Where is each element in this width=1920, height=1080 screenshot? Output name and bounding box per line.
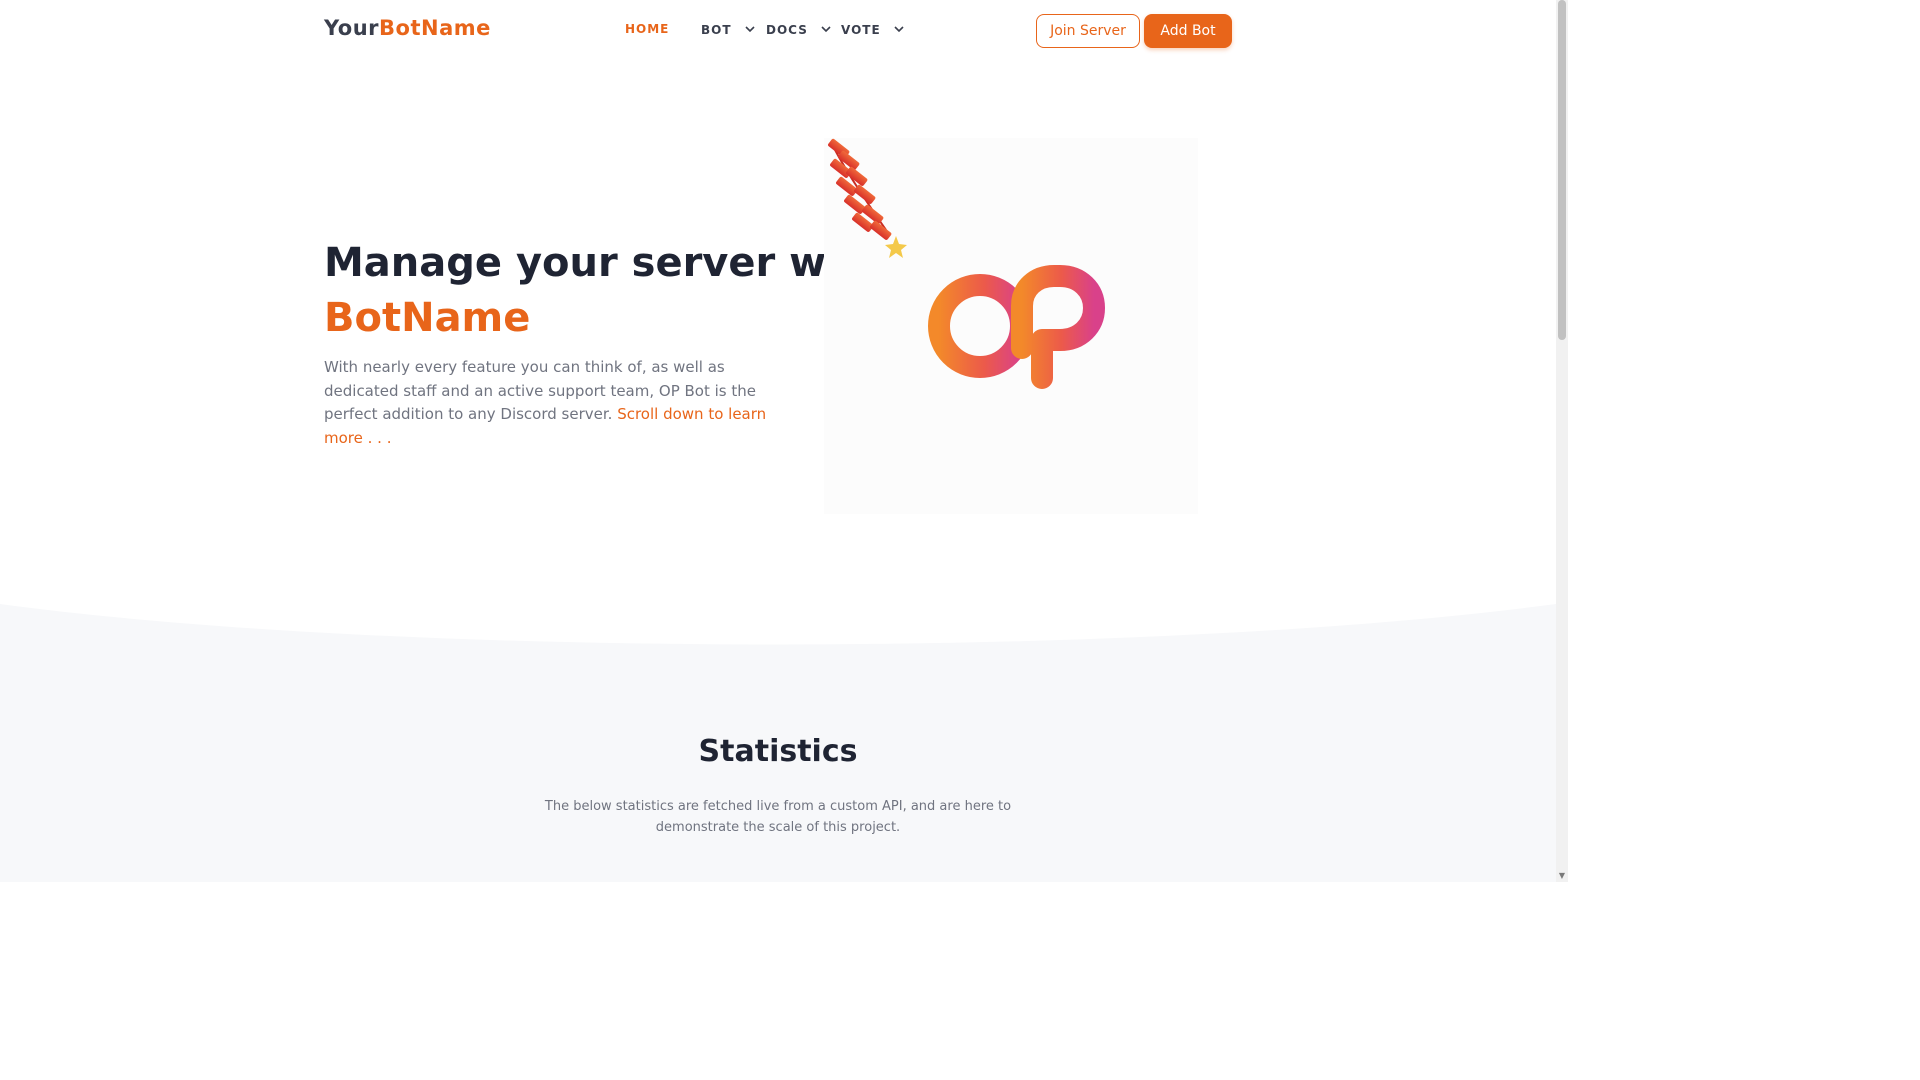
- statistics-description: The below statistics are fetched live fr…: [544, 799, 1012, 835]
- hero-title: Manage your server with BotName: [324, 236, 887, 346]
- nav-item-label: BOT: [701, 23, 732, 37]
- brand-prefix: Your: [324, 16, 380, 40]
- add-bot-button[interactable]: Add Bot: [1144, 14, 1232, 48]
- nav-item-label: VOTE: [841, 23, 881, 37]
- scrollbar-thumb[interactable]: [1558, 0, 1566, 340]
- nav-item-home[interactable]: HOME: [625, 22, 669, 36]
- nav-item-label: DOCS: [766, 23, 808, 37]
- page-scrollbar[interactable]: ▼: [1556, 0, 1568, 882]
- hero-illustration: [824, 138, 1198, 514]
- nav-item-docs[interactable]: DOCS: [766, 22, 831, 37]
- hero-illustration-graphic: [828, 138, 1105, 389]
- join-server-button[interactable]: Join Server: [1036, 14, 1140, 48]
- hero-description: With nearly every feature you can think …: [324, 356, 768, 450]
- hero-title-line: Manage your server with: [324, 240, 888, 286]
- firecracker-icon: [828, 138, 907, 258]
- statistics-heading: Statistics: [698, 734, 858, 769]
- chevron-down-icon: [821, 22, 831, 36]
- hero-title-accent: BotName: [324, 295, 531, 341]
- brand-accent: BotName: [379, 16, 491, 40]
- nav-item-vote[interactable]: VOTE: [841, 22, 904, 37]
- chevron-down-icon: [745, 22, 755, 36]
- op-logo: [928, 265, 1105, 389]
- brand-logo[interactable]: YourBotName: [324, 16, 491, 40]
- chevron-down-icon: [894, 22, 904, 36]
- nav-item-label: HOME: [625, 22, 670, 36]
- nav-item-bot[interactable]: BOT: [701, 22, 755, 37]
- scroll-down-arrow-icon[interactable]: ▼: [1557, 872, 1567, 880]
